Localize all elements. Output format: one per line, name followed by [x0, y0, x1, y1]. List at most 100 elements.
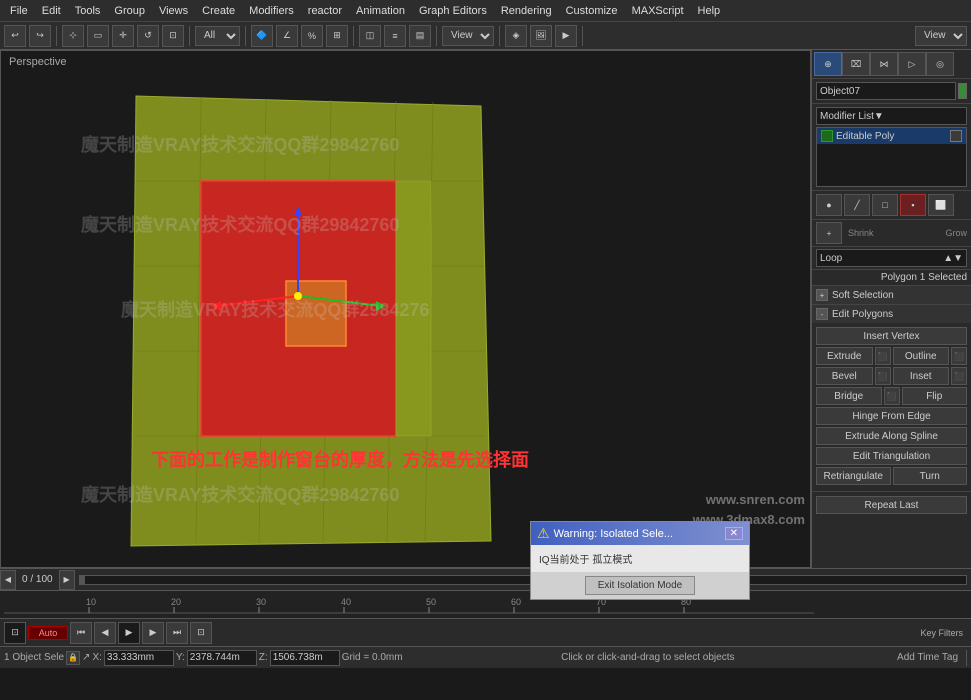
render-type-dropdown[interactable]: View: [442, 26, 494, 46]
menu-help[interactable]: Help: [692, 3, 727, 19]
quick-render-btn[interactable]: ▶: [555, 25, 577, 47]
render-setup-btn[interactable]: 🖼: [530, 25, 552, 47]
select-btn[interactable]: ⊹: [62, 25, 84, 47]
timeline-thumb[interactable]: [80, 576, 85, 584]
menu-rendering[interactable]: Rendering: [495, 3, 558, 19]
timeline-track[interactable]: [79, 575, 967, 585]
scale-btn[interactable]: ⊡: [162, 25, 184, 47]
object-color-box[interactable]: [958, 83, 967, 99]
extrude-along-spline-btn[interactable]: Extrude Along Spline: [816, 427, 967, 445]
move-btn[interactable]: ✛: [112, 25, 134, 47]
loop-dropdown[interactable]: Loop ▲▼: [816, 249, 967, 267]
sep5: [436, 26, 437, 46]
menu-modifiers[interactable]: Modifiers: [243, 3, 300, 19]
select-region-btn[interactable]: ▭: [87, 25, 109, 47]
object-name-input[interactable]: [816, 82, 956, 100]
auto-key-btn[interactable]: Auto: [28, 626, 68, 640]
timeline-prev[interactable]: ◀: [0, 570, 16, 590]
undo-btn[interactable]: ↩: [4, 25, 26, 47]
rotate-btn[interactable]: ↺: [137, 25, 159, 47]
modifier-item-editable-poly[interactable]: Editable Poly: [817, 128, 966, 144]
modifier-list-dropdown[interactable]: Modifier List ▼: [816, 107, 967, 125]
menu-views[interactable]: Views: [153, 3, 194, 19]
grow-btn[interactable]: +: [816, 222, 842, 244]
subobj-vertex[interactable]: ●: [816, 194, 842, 216]
subobj-edge[interactable]: ╱: [844, 194, 870, 216]
menu-file[interactable]: File: [4, 3, 34, 19]
inset-settings[interactable]: ⬛: [951, 367, 967, 385]
rp-tab-display[interactable]: ◎: [926, 52, 954, 76]
menu-animation[interactable]: Animation: [350, 3, 411, 19]
warning-title-content: ⚠ Warning: Isolated Sele...: [537, 525, 673, 542]
turn-btn[interactable]: Turn: [893, 467, 968, 485]
object-name-field: [812, 79, 971, 104]
bevel-settings[interactable]: ⬛: [875, 367, 891, 385]
mirror-btn[interactable]: ◫: [359, 25, 381, 47]
percent-snap[interactable]: %: [301, 25, 323, 47]
edit-triangulation-btn[interactable]: Edit Triangulation: [816, 447, 967, 465]
lock-icon[interactable]: 🔒: [66, 651, 80, 665]
viewport[interactable]: Perspective 魔天制造VRAY技术交流QQ群29842760 魔天制造…: [0, 50, 811, 568]
modifier-checkbox[interactable]: [821, 130, 833, 142]
subobj-element[interactable]: ⬜: [928, 194, 954, 216]
z-value-input[interactable]: [270, 650, 340, 666]
hinge-from-edge-btn[interactable]: Hinge From Edge: [816, 407, 967, 425]
menu-reactor[interactable]: reactor: [302, 3, 348, 19]
subobj-border[interactable]: □: [872, 194, 898, 216]
menu-maxscript[interactable]: MAXScript: [626, 3, 690, 19]
add-time-tag-btn[interactable]: Add Time Tag: [893, 652, 962, 663]
repeat-last-btn[interactable]: Repeat Last: [816, 496, 967, 514]
timeline-next[interactable]: ▶: [59, 570, 75, 590]
extrude-settings[interactable]: ⬛: [875, 347, 891, 365]
outline-settings[interactable]: ⬛: [951, 347, 967, 365]
move-icon-label: ↗: [82, 652, 90, 663]
soft-sel-expand-btn[interactable]: +: [816, 289, 828, 301]
material-editor-btn[interactable]: ◈: [505, 25, 527, 47]
flip-btn[interactable]: Flip: [902, 387, 968, 405]
bevel-btn[interactable]: Bevel: [816, 367, 873, 385]
menu-bar: File Edit Tools Group Views Create Modif…: [0, 0, 971, 22]
viewport-type-dropdown[interactable]: View: [915, 26, 967, 46]
anim-frame-type[interactable]: ⊡: [190, 622, 212, 644]
anim-play-forward[interactable]: ⏭: [166, 622, 188, 644]
anim-key-mode[interactable]: ⊡: [4, 622, 26, 644]
anim-next-frame[interactable]: ▶: [142, 622, 164, 644]
ruler-area: 10 20 30 40 50 60 70 80: [0, 590, 971, 618]
angle-snap[interactable]: ∠: [276, 25, 298, 47]
subobj-polygon[interactable]: ▪: [900, 194, 926, 216]
menu-edit[interactable]: Edit: [36, 3, 67, 19]
y-value-input[interactable]: [187, 650, 257, 666]
snap-toggle[interactable]: 🔷: [251, 25, 273, 47]
x-value-input[interactable]: [104, 650, 174, 666]
edit-poly-expand-btn[interactable]: -: [816, 308, 828, 320]
redo-btn[interactable]: ↪: [29, 25, 51, 47]
select-filter-dropdown[interactable]: All: [195, 26, 240, 46]
warning-close-btn[interactable]: ✕: [725, 527, 743, 540]
rp-tab-motion[interactable]: ▷: [898, 52, 926, 76]
extrude-btn[interactable]: Extrude: [816, 347, 873, 365]
edit-polygons-header[interactable]: - Edit Polygons: [812, 305, 971, 323]
menu-graph-editors[interactable]: Graph Editors: [413, 3, 493, 19]
layer-btn[interactable]: ▤: [409, 25, 431, 47]
menu-customize[interactable]: Customize: [560, 3, 624, 19]
bridge-btn[interactable]: Bridge: [816, 387, 882, 405]
rp-tab-hierarchy[interactable]: ⋈: [870, 52, 898, 76]
exit-isolation-mode-btn[interactable]: Exit Isolation Mode: [585, 576, 696, 595]
anim-prev-frame[interactable]: ◀: [94, 622, 116, 644]
menu-tools[interactable]: Tools: [69, 3, 107, 19]
rp-tab-modify[interactable]: ⌧: [842, 52, 870, 76]
menu-group[interactable]: Group: [108, 3, 151, 19]
svg-text:30: 30: [256, 597, 266, 607]
anim-play-back[interactable]: ⏮: [70, 622, 92, 644]
align-btn[interactable]: ≡: [384, 25, 406, 47]
anim-play[interactable]: ▶: [118, 622, 140, 644]
soft-selection-header[interactable]: + Soft Selection: [812, 286, 971, 304]
bridge-settings[interactable]: ⬛: [884, 387, 900, 405]
outline-btn[interactable]: Outline: [893, 347, 950, 365]
menu-create[interactable]: Create: [196, 3, 241, 19]
retriangulate-btn[interactable]: Retriangulate: [816, 467, 891, 485]
rp-tab-create[interactable]: ⊕: [814, 52, 842, 76]
insert-vertex-btn[interactable]: Insert Vertex: [816, 327, 967, 345]
spinner-snap[interactable]: ⊞: [326, 25, 348, 47]
inset-btn[interactable]: Inset: [893, 367, 950, 385]
